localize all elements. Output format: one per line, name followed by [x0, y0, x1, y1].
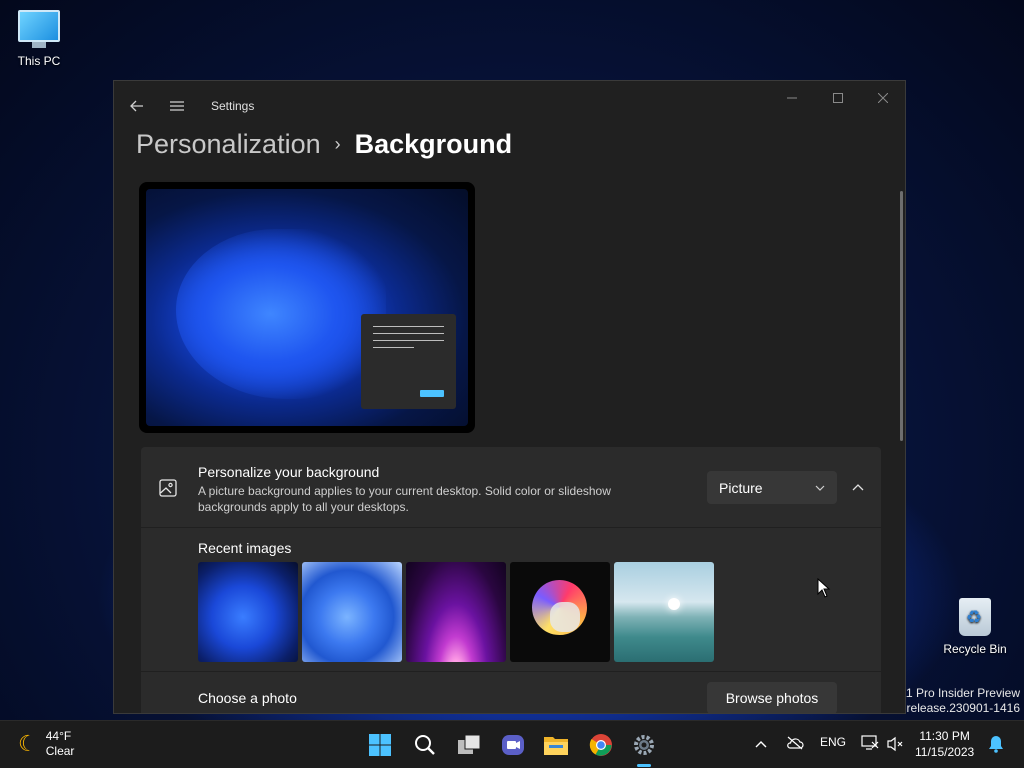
app-title: Settings [211, 99, 255, 113]
clock-time: 11:30 PM [919, 729, 970, 743]
weather-widget[interactable]: ☾ 44°F Clear [18, 729, 74, 759]
preview-wallpaper [146, 189, 468, 426]
volume-status[interactable] [887, 736, 905, 755]
settings-window: Settings Personalization › Background Pe… [113, 80, 906, 714]
recent-image-3[interactable] [406, 562, 506, 662]
task-view-button[interactable] [453, 729, 485, 761]
breadcrumb: Personalization › Background [136, 129, 512, 160]
scrollbar[interactable] [900, 191, 903, 441]
close-icon [878, 93, 888, 103]
watermark-line-2: rerelease.230901-1416 [895, 701, 1020, 715]
network-icon [861, 735, 879, 750]
maximize-button[interactable] [815, 87, 861, 109]
back-arrow-icon [130, 100, 143, 112]
volume-muted-icon [887, 736, 903, 752]
desktop-preview [139, 182, 475, 433]
desktop-icon-label: Recycle Bin [943, 642, 1007, 656]
preview-window [361, 314, 456, 409]
chevron-up-icon [755, 741, 767, 748]
language-indicator[interactable]: ENG [820, 735, 846, 749]
collapse-button[interactable] [845, 471, 871, 504]
title-bar: Settings [114, 81, 905, 131]
taskbar: ☾ 44°F Clear ENG 11:30 PM 11/15/2023 [0, 720, 1024, 768]
personalize-description: A picture background applies to your cur… [198, 484, 611, 514]
dropdown-value: Picture [719, 479, 763, 496]
desktop-icon-recycle-bin[interactable]: Recycle Bin [939, 598, 1011, 656]
settings-icon [634, 735, 654, 755]
choose-photo-card: Choose a photo Browse photos [141, 672, 881, 713]
watermark-line-1: 11 Pro Insider Preview [900, 686, 1020, 700]
back-button[interactable] [122, 91, 152, 121]
notifications-button[interactable] [988, 735, 1004, 756]
clock[interactable]: 11:30 PM 11/15/2023 [915, 728, 974, 760]
weather-condition: Clear [45, 744, 75, 758]
close-button[interactable] [860, 87, 905, 109]
chevron-up-icon [852, 484, 864, 491]
chevron-down-icon [815, 485, 825, 491]
minimize-button[interactable] [769, 87, 815, 109]
background-type-dropdown[interactable]: Picture [707, 471, 837, 504]
settings-button[interactable] [628, 729, 660, 767]
meet-icon [502, 735, 524, 755]
recent-image-1[interactable] [198, 562, 298, 662]
page-title: Background [354, 129, 513, 159]
breadcrumb-personalization[interactable]: Personalization [136, 129, 321, 160]
bell-icon [989, 736, 1003, 753]
minimize-icon [787, 97, 797, 99]
chrome-icon [589, 734, 612, 756]
mouse-cursor-icon [817, 578, 831, 598]
breadcrumb-separator: › [334, 134, 341, 154]
recycle-bin-icon [953, 598, 997, 638]
start-button[interactable] [364, 729, 396, 761]
desktop-icon-label: This PC [17, 54, 61, 68]
this-pc-icon [17, 10, 61, 50]
search-button[interactable] [409, 729, 441, 761]
hamburger-icon [170, 101, 184, 111]
maximize-icon [833, 93, 843, 103]
tray-overflow-button[interactable] [755, 737, 767, 751]
personalize-background-card: Personalize your background A picture ba… [141, 447, 881, 527]
weather-temp: 44°F [45, 729, 72, 743]
recent-image-4[interactable] [510, 562, 610, 662]
network-status[interactable] [861, 735, 879, 754]
picture-icon [159, 479, 177, 502]
menu-button[interactable] [162, 91, 192, 121]
recent-images-label: Recent images [198, 540, 292, 556]
search-icon [415, 735, 435, 755]
clock-date: 11/15/2023 [915, 745, 975, 759]
onedrive-status[interactable] [786, 736, 804, 753]
browse-photos-button[interactable]: Browse photos [707, 682, 837, 713]
meet-button[interactable] [497, 729, 529, 761]
cloud-off-icon [787, 736, 804, 750]
recent-image-5[interactable] [614, 562, 714, 662]
desktop-icon-this-pc[interactable]: This PC [3, 10, 75, 68]
file-explorer-button[interactable] [540, 729, 572, 761]
file-explorer-icon [544, 737, 568, 755]
recent-images-card: Recent images [141, 528, 881, 671]
personalize-title: Personalize your background [198, 464, 380, 480]
choose-photo-label: Choose a photo [198, 690, 297, 706]
moon-icon: ☾ [18, 731, 38, 756]
task-view-icon [458, 734, 481, 754]
recent-images-list [198, 562, 714, 662]
start-icon [369, 734, 391, 756]
chrome-button[interactable] [585, 729, 617, 761]
recent-image-2[interactable] [302, 562, 402, 662]
